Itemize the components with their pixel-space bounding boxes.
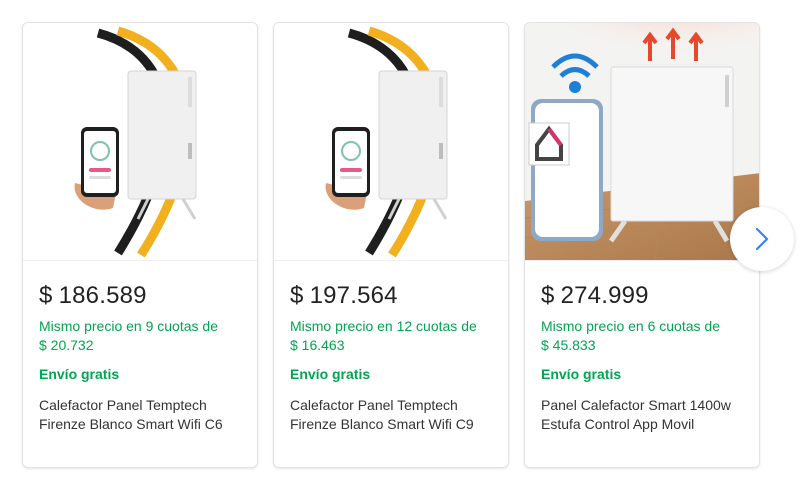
product-image[interactable] xyxy=(274,23,508,261)
free-shipping-label: Envío gratis xyxy=(290,366,371,382)
smart-heater-wifi-icon xyxy=(525,23,759,260)
price-value: 274.999 xyxy=(560,282,649,309)
product-card[interactable]: $186.589 Mismo precio en 9 cuotas de $ 2… xyxy=(22,22,258,468)
product-image[interactable] xyxy=(525,23,759,261)
product-title[interactable]: Calefactor Panel Temptech Firenze Blanco… xyxy=(290,396,502,434)
product-price: $186.589 xyxy=(39,282,147,310)
installment-amount: $ 16.463 xyxy=(290,337,345,353)
installments-line: Mismo precio en 12 cuotas de xyxy=(290,318,477,334)
installments-line: Mismo precio en 9 cuotas de xyxy=(39,318,218,334)
installment-amount: $ 20.732 xyxy=(39,337,94,353)
heater-panel-phone-icon xyxy=(23,23,257,260)
carousel-next-button[interactable] xyxy=(730,207,794,271)
currency-symbol: $ xyxy=(541,282,555,309)
product-card[interactable]: $197.564 Mismo precio en 12 cuotas de $ … xyxy=(273,22,509,468)
product-title[interactable]: Calefactor Panel Temptech Firenze Blanco… xyxy=(39,396,251,434)
installments-text: Mismo precio en 9 cuotas de $ 20.732 xyxy=(39,317,249,355)
installment-amount: $ 45.833 xyxy=(541,337,596,353)
installments-text: Mismo precio en 6 cuotas de $ 45.833 xyxy=(541,317,751,355)
product-price: $274.999 xyxy=(541,282,649,310)
price-value: 186.589 xyxy=(58,282,147,309)
currency-symbol: $ xyxy=(290,282,304,309)
product-image[interactable] xyxy=(23,23,257,261)
free-shipping-label: Envío gratis xyxy=(541,366,622,382)
product-title[interactable]: Panel Calefactor Smart 1400w Estufa Cont… xyxy=(541,396,753,434)
heater-panel-phone-icon xyxy=(274,23,508,260)
product-price: $197.564 xyxy=(290,282,398,310)
currency-symbol: $ xyxy=(39,282,53,309)
price-value: 197.564 xyxy=(309,282,398,309)
installments-line: Mismo precio en 6 cuotas de xyxy=(541,318,720,334)
free-shipping-label: Envío gratis xyxy=(39,366,120,382)
chevron-right-icon xyxy=(755,227,769,251)
product-card[interactable]: $274.999 Mismo precio en 6 cuotas de $ 4… xyxy=(524,22,760,468)
installments-text: Mismo precio en 12 cuotas de $ 16.463 xyxy=(290,317,500,355)
product-carousel: $186.589 Mismo precio en 9 cuotas de $ 2… xyxy=(0,0,800,495)
